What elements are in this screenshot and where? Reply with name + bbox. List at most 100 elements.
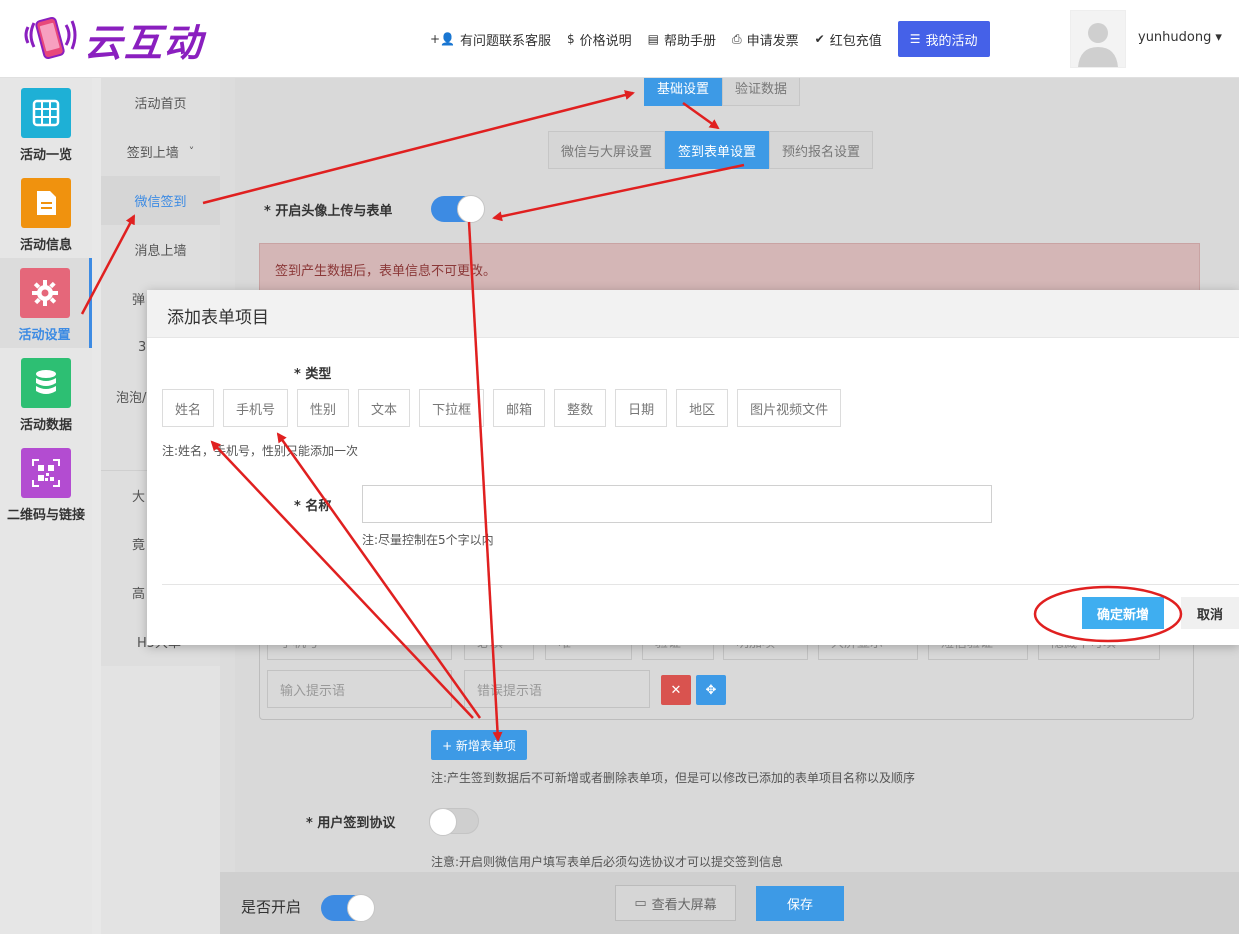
brand-logo[interactable]: 云互动 xyxy=(22,10,204,68)
monitor-icon: ▭ xyxy=(634,895,647,911)
prompt-placeholder: 输入提示语 xyxy=(280,683,346,699)
dollar-icon: $ xyxy=(567,32,575,46)
book-icon: ▤ xyxy=(647,32,660,46)
grid-icon xyxy=(21,88,71,138)
nav-label: 价格说明 xyxy=(579,33,632,49)
top-header: 云互动 +👤 有问题联系客服 $ 价格说明 ▤ 帮助手册 ⎙ 申请发票 ✔ 红包… xyxy=(0,0,1239,78)
submenu-label: 泡泡/ xyxy=(116,391,147,406)
avatar-upload-label: * 开启头像上传与表单 xyxy=(264,204,393,219)
tab-reservation-settings[interactable]: 预约报名设置 xyxy=(769,131,874,169)
user-silhouette-icon xyxy=(1078,23,1118,67)
confirm-add-button[interactable]: 确定新增 xyxy=(1082,597,1164,629)
dialog-divider xyxy=(162,584,1239,585)
nav-invoice[interactable]: ⎙ 申请发票 xyxy=(732,30,799,49)
list-icon: ☰ xyxy=(909,32,921,46)
name-label: * 名称 xyxy=(294,499,332,514)
username: yunhudong xyxy=(1138,30,1212,45)
delete-row-button[interactable]: ✕ xyxy=(661,675,691,705)
enabled-toggle[interactable] xyxy=(321,894,375,922)
toggle-knob xyxy=(457,195,485,223)
submenu-item-home[interactable]: 活动首页 xyxy=(101,78,220,127)
type-label: * 类型 xyxy=(294,367,332,382)
rail-item-settings[interactable]: 活动设置 xyxy=(0,258,92,348)
avatar-upload-toggle[interactable] xyxy=(431,195,485,223)
sub-menu-footer xyxy=(101,666,220,934)
name-note: 注:尽量控制在5个字以内 xyxy=(362,533,494,547)
icon-rail: 活动一览 活动信息 活动设置 活动数据 二维码与链接 xyxy=(0,78,92,934)
move-row-button[interactable]: ✥ xyxy=(696,675,726,705)
nav-contact-support[interactable]: +👤 有问题联系客服 xyxy=(430,30,551,49)
user-menu[interactable]: yunhudong ▾ xyxy=(1138,30,1222,45)
error-prompt-input[interactable]: 错误提示语 xyxy=(464,670,650,708)
save-button[interactable]: 保存 xyxy=(756,886,844,921)
rail-item-overview[interactable]: 活动一览 xyxy=(0,78,92,168)
submenu-label: 大 xyxy=(132,489,146,505)
rail-label: 二维码与链接 xyxy=(6,508,85,523)
chevron-down-icon: ˅ xyxy=(188,145,195,158)
add-user-icon: +👤 xyxy=(430,32,455,46)
view-big-screen-button[interactable]: ▭ 查看大屏幕 xyxy=(615,885,736,921)
type-option-gender[interactable]: 性别 xyxy=(297,389,350,427)
type-option-region[interactable]: 地区 xyxy=(676,389,729,427)
dialog-title: 添加表单项目 xyxy=(167,308,269,328)
form-locked-alert: 签到产生数据后，表单信息不可更改。 xyxy=(259,243,1200,295)
type-option-integer[interactable]: 整数 xyxy=(554,389,607,427)
move-icon: ✥ xyxy=(705,682,717,698)
qrcode-icon xyxy=(21,448,71,498)
rail-item-data[interactable]: 活动数据 xyxy=(0,348,92,438)
phone-waves-icon xyxy=(24,16,77,60)
avatar[interactable] xyxy=(1070,10,1126,68)
tab-wechat-screen-settings[interactable]: 微信与大屏设置 xyxy=(548,131,666,169)
submenu-label: 高 xyxy=(132,587,146,602)
form-item-row: 手机号 必填 唯一 验证 明加项 大屏显示 短信验证 隐藏不可填 输入提示语 错… xyxy=(259,622,1194,720)
type-option-dropdown[interactable]: 下拉框 xyxy=(419,389,485,427)
error-placeholder: 错误提示语 xyxy=(477,683,543,699)
item-name-input[interactable] xyxy=(362,485,992,523)
agreement-toggle[interactable] xyxy=(429,808,479,836)
sub-tabs: 微信与大屏设置 签到表单设置 预约报名设置 xyxy=(548,131,874,169)
nav-label: 有问题联系客服 xyxy=(460,33,552,49)
nav-help-manual[interactable]: ▤ 帮助手册 xyxy=(648,30,716,49)
nav-label: 我的活动 xyxy=(925,33,978,49)
type-option-media-file[interactable]: 图片视频文件 xyxy=(737,389,842,427)
close-icon: ✕ xyxy=(670,682,682,698)
toggle-knob xyxy=(347,894,375,922)
rail-item-info[interactable]: 活动信息 xyxy=(0,168,92,258)
submenu-item-message-wall[interactable]: 消息上墙 xyxy=(101,225,220,274)
type-options: 姓名 手机号 性别 文本 下拉框 邮箱 整数 日期 地区 图片视频文件 xyxy=(162,389,842,427)
header-nav: +👤 有问题联系客服 $ 价格说明 ▤ 帮助手册 ⎙ 申请发票 ✔ 红包充值 ☰… xyxy=(430,21,990,57)
type-option-text[interactable]: 文本 xyxy=(358,389,411,427)
type-option-phone[interactable]: 手机号 xyxy=(223,389,289,427)
nav-redpacket-recharge[interactable]: ✔ 红包充值 xyxy=(815,30,882,49)
add-form-item-dialog: 添加表单项目 * 类型 姓名 手机号 性别 文本 下拉框 邮箱 整数 日期 地区… xyxy=(147,290,1239,645)
submenu-item-checkin-wall[interactable]: 签到上墙 ˅ xyxy=(101,127,220,176)
nav-label: 帮助手册 xyxy=(664,33,717,49)
add-form-item-button[interactable]: + 新增表单项 xyxy=(431,730,527,760)
button-label: 查看大屏幕 xyxy=(651,897,717,913)
nav-label: 红包充值 xyxy=(829,33,882,49)
submenu-item-wechat-checkin[interactable]: 微信签到 xyxy=(101,176,220,225)
alert-text: 签到产生数据后，表单信息不可更改。 xyxy=(275,263,497,279)
submenu-label: 竟 xyxy=(132,538,146,553)
submenu-label: 微信签到 xyxy=(134,195,187,210)
type-option-name[interactable]: 姓名 xyxy=(162,389,215,427)
rail-item-qrcode[interactable]: 二维码与链接 xyxy=(0,438,92,528)
rail-label: 活动数据 xyxy=(19,418,72,433)
nav-pricing[interactable]: $ 价格说明 xyxy=(567,30,632,49)
add-form-item-note: 注:产生签到数据后不可新增或者删除表单项，但是可以修改已添加的表单项目名称以及顺… xyxy=(431,771,916,785)
caret-down-icon: ▾ xyxy=(1215,30,1222,45)
printer-icon: ⎙ xyxy=(732,31,742,46)
toggle-knob xyxy=(429,808,457,836)
type-option-email[interactable]: 邮箱 xyxy=(493,389,546,427)
my-activities-button[interactable]: ☰ 我的活动 xyxy=(897,21,990,57)
shield-check-icon: ✔ xyxy=(814,32,825,46)
gear-icon xyxy=(19,268,70,318)
type-option-date[interactable]: 日期 xyxy=(615,389,668,427)
tab-checkin-form-settings[interactable]: 签到表单设置 xyxy=(665,131,770,169)
prompt-input[interactable]: 输入提示语 xyxy=(267,670,452,708)
type-note: 注:姓名，手机号，性别只能添加一次 xyxy=(162,444,359,458)
submenu-label: 签到上墙 xyxy=(126,146,179,161)
cancel-button[interactable]: 取消 xyxy=(1181,597,1239,629)
submenu-label: 弹 xyxy=(132,293,146,308)
brand-name: 云互动 xyxy=(84,20,205,65)
